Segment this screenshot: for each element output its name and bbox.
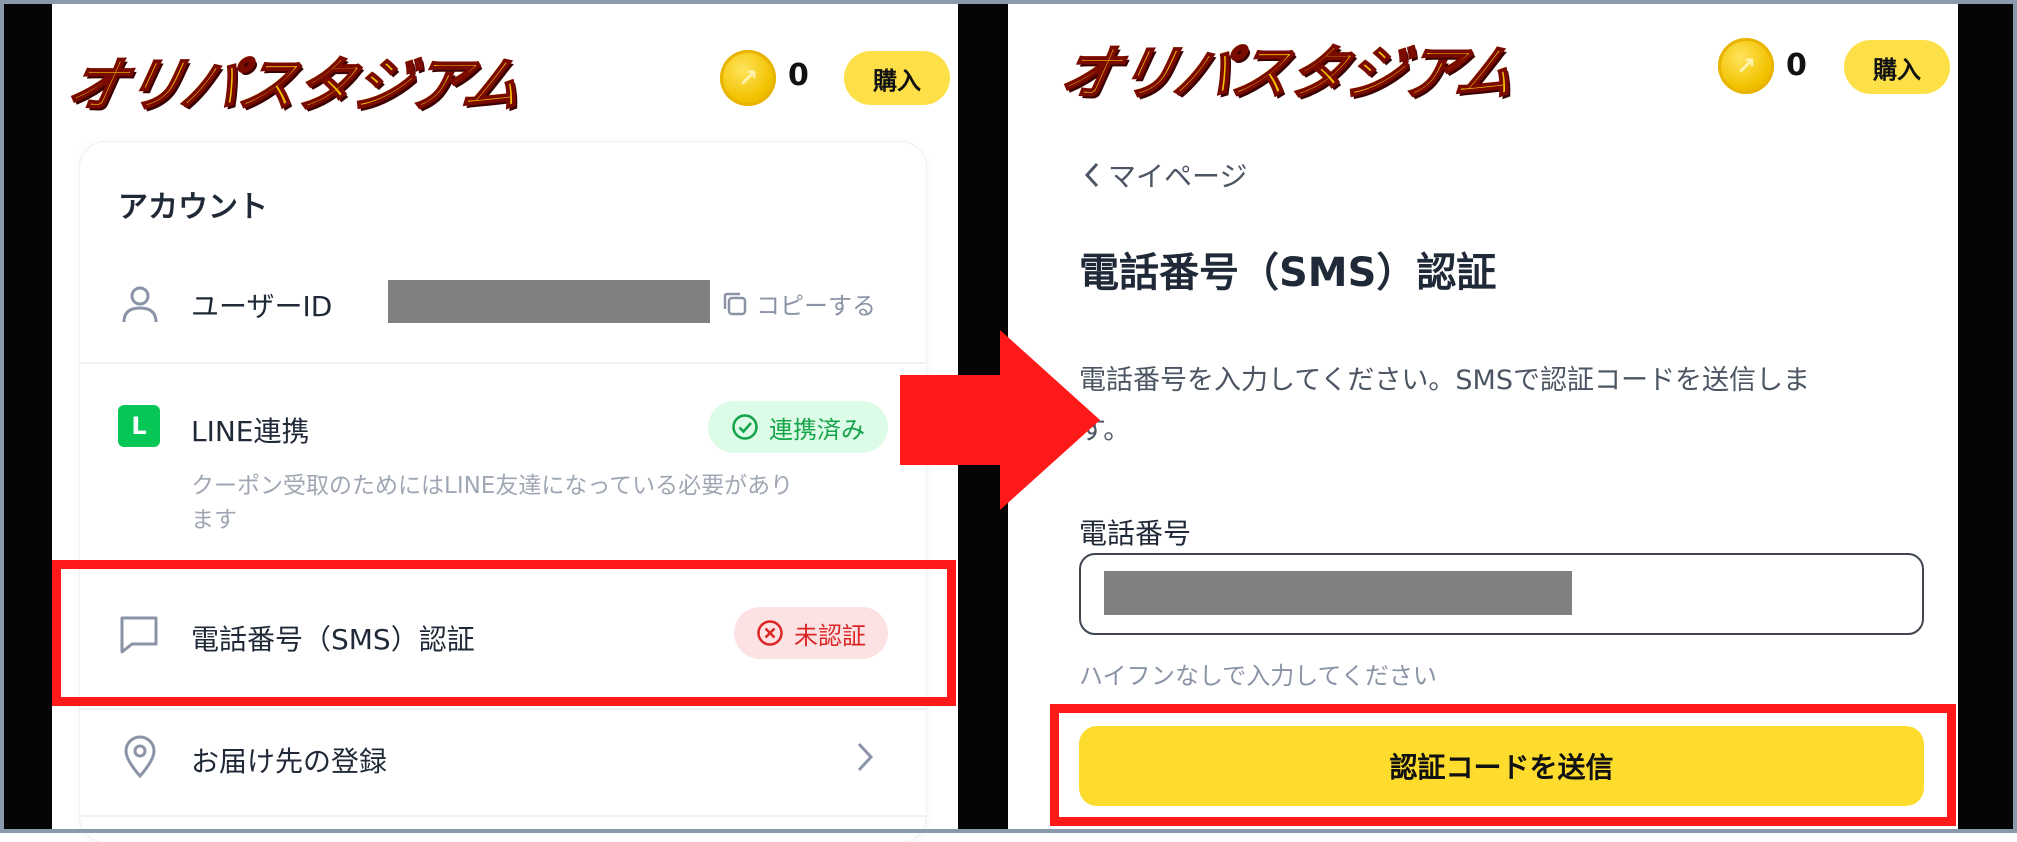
user-icon <box>118 282 162 330</box>
highlight-sms-row <box>52 560 956 706</box>
chevron-right-icon[interactable] <box>852 740 878 778</box>
location-pin-icon <box>118 733 162 783</box>
user-id-value-redacted <box>388 280 710 323</box>
copy-icon <box>723 292 747 315</box>
app-logo[interactable]: オリパスタジアム <box>61 38 531 122</box>
coin-count: 0 <box>1786 48 1807 83</box>
phone-field-label: 電話番号 <box>1079 517 1192 550</box>
back-label: マイページ <box>1108 160 1248 193</box>
line-note: クーポン受取のためにはLINE友達になっている必要があり <box>191 473 794 499</box>
bezel-right <box>1958 0 2013 833</box>
line-status-badge: 連携済み <box>708 401 888 453</box>
copy-button[interactable]: コピーする <box>720 286 876 321</box>
divider <box>80 708 926 710</box>
chevron-left-icon <box>1084 162 1099 188</box>
copy-label: コピーする <box>756 292 876 320</box>
line-icon: L <box>118 405 160 447</box>
page-description: 電話番号を入力してください。SMSで認証コードを送信しま <box>1079 365 1810 396</box>
check-circle-icon <box>732 414 758 440</box>
bezel-left <box>4 0 52 833</box>
coin-count: 0 <box>788 58 809 93</box>
page-title: 電話番号（SMS）認証 <box>1079 250 1497 296</box>
buy-button[interactable]: 購入 <box>844 51 950 105</box>
section-title: アカウント <box>118 190 268 225</box>
divider <box>80 815 926 817</box>
arrow-right-icon <box>900 330 1100 510</box>
user-id-label: ユーザーID <box>191 290 333 323</box>
coin-icon: ↗ <box>1718 38 1774 94</box>
line-label: LINE連携 <box>191 415 310 448</box>
highlight-send-button <box>1050 704 1956 826</box>
back-link[interactable]: マイページ <box>1082 155 1247 195</box>
phone-hint: ハイフンなしで入力してください <box>1079 662 1437 690</box>
buy-button[interactable]: 購入 <box>1844 40 1950 94</box>
line-status-text: 連携済み <box>769 415 865 444</box>
address-label[interactable]: お届け先の登録 <box>191 740 387 780</box>
coin-icon: ↗ <box>720 50 776 106</box>
line-note-cont: ます <box>191 507 237 533</box>
app-logo[interactable]: オリパスタジアム <box>1054 26 1524 110</box>
phone-input-value-redacted <box>1104 571 1572 615</box>
divider <box>80 362 926 364</box>
